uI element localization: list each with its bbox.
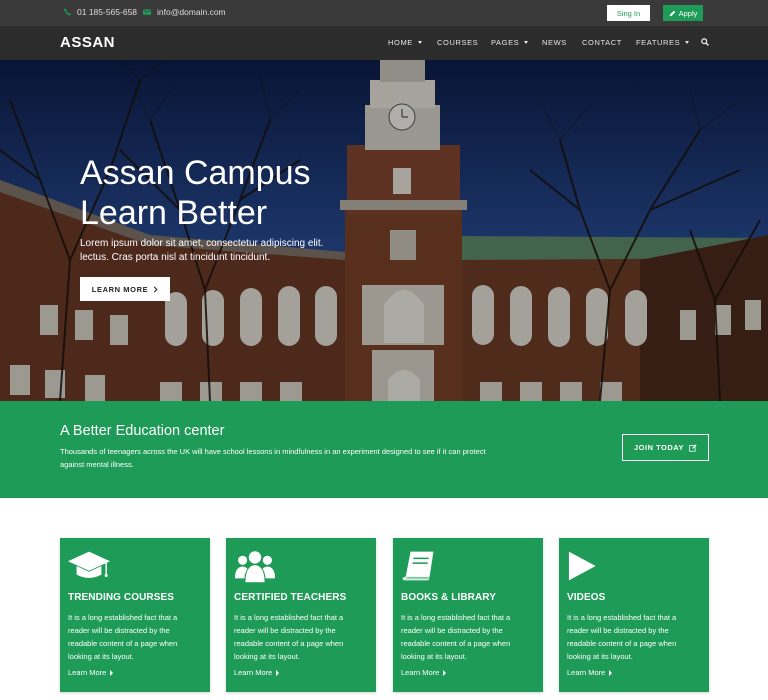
feature-title: BOOKS & LIBRARY (401, 592, 497, 603)
join-today-label: JOIN TODAY (633, 443, 684, 452)
feature-card-books-library: BOOKS & LIBRARY It is a long established… (393, 538, 543, 692)
pencil-icon (669, 10, 675, 16)
nav-item-features[interactable]: FEATURES (636, 38, 690, 47)
sign-in-button[interactable]: Sing In (607, 5, 650, 21)
learn-more-link-label: Learn More (234, 668, 273, 677)
chevron-right-icon (154, 286, 158, 292)
phone-number: 01 185-565-658 (77, 7, 138, 17)
feature-card-certified-teachers: CERTIFIED TEACHERS It is a long establis… (226, 538, 376, 692)
nav-item-news[interactable]: NEWS (542, 38, 567, 47)
learn-more-link-label: Learn More (567, 668, 606, 677)
chevron-down-icon (417, 41, 422, 44)
edit-icon (689, 443, 697, 452)
play-icon (568, 551, 596, 581)
hero-section: Assan Campus Learn Better Lorem ipsum do… (0, 60, 768, 401)
caret-right-icon (110, 669, 114, 676)
users-icon (234, 551, 276, 583)
learn-more-link[interactable]: Learn More (234, 668, 280, 677)
feature-text: It is a long established fact that a rea… (234, 613, 344, 661)
learn-more-link-label: Learn More (401, 668, 440, 677)
hero-subtitle: Lorem ipsum dolor sit amet, consectetur … (80, 238, 324, 263)
nav-label-contact: CONTACT (582, 38, 622, 47)
feature-title: CERTIFIED TEACHERS (234, 592, 347, 603)
search-icon (701, 38, 709, 46)
apply-button[interactable]: Apply (663, 5, 703, 21)
learn-more-button[interactable]: LEARN MORE (80, 277, 170, 301)
nav-label-news: NEWS (542, 38, 567, 47)
learn-more-link[interactable]: Learn More (68, 668, 114, 677)
nav-label-features: FEATURES (636, 38, 681, 47)
feature-text: It is a long established fact that a rea… (401, 613, 511, 661)
nav-item-courses[interactable]: COURSES (437, 38, 478, 47)
sign-in-label: Sing In (616, 8, 641, 18)
nav-item-pages[interactable]: PAGES (491, 38, 529, 47)
join-today-button[interactable]: JOIN TODAY (622, 434, 709, 461)
hero-title-line-2: Learn Better (80, 194, 268, 232)
nav-menu: HOME COURSES PAGES NEWS CONTACT FEATURES (0, 26, 768, 60)
phone-contact[interactable]: 01 185-565-658 (64, 7, 137, 17)
top-contact-bar: 01 185-565-658 info@domain.com Sing In A… (0, 0, 768, 26)
call-to-action-band: A Better Education center Thousands of t… (0, 401, 768, 498)
feature-card-videos: VIDEOS It is a long established fact tha… (559, 538, 709, 692)
envelope-icon (143, 9, 151, 15)
chevron-down-icon (524, 41, 529, 44)
feature-text: It is a long established fact that a rea… (567, 613, 677, 661)
learn-more-link-label: Learn More (68, 668, 107, 677)
email-contact[interactable]: info@domain.com (143, 7, 226, 17)
main-navbar: ASSAN HOME COURSES PAGES NEWS CONTACT FE… (0, 26, 768, 86)
apply-label: Apply (678, 8, 698, 18)
caret-right-icon (443, 669, 447, 676)
email-address: info@domain.com (157, 7, 226, 17)
feature-title: VIDEOS (567, 592, 606, 603)
graduation-cap-icon (68, 551, 110, 578)
nav-item-contact[interactable]: CONTACT (582, 38, 622, 47)
caret-right-icon (276, 669, 280, 676)
nav-label-home: HOME (388, 38, 413, 47)
nav-label-courses: COURSES (437, 38, 479, 47)
search-button[interactable] (701, 38, 709, 46)
learn-more-link[interactable]: Learn More (401, 668, 447, 677)
phone-icon (64, 8, 71, 16)
hero-title-line-1: Assan Campus (80, 154, 311, 192)
chevron-down-icon (685, 41, 690, 44)
learn-more-label: LEARN MORE (91, 284, 149, 294)
nav-label-pages: PAGES (491, 38, 520, 47)
feature-title: TRENDING COURSES (68, 592, 175, 603)
hero-title: Assan Campus Learn Better (80, 153, 311, 233)
band-title: A Better Education center (60, 423, 225, 439)
book-icon (402, 551, 434, 581)
learn-more-link[interactable]: Learn More (567, 668, 613, 677)
caret-right-icon (609, 669, 613, 676)
nav-item-home[interactable]: HOME (388, 38, 422, 47)
feature-card-trending-courses: TRENDING COURSES It is a long establishe… (60, 538, 210, 692)
band-text: Thousands of teenagers across the UK wil… (60, 447, 486, 469)
feature-text: It is a long established fact that a rea… (68, 613, 178, 661)
